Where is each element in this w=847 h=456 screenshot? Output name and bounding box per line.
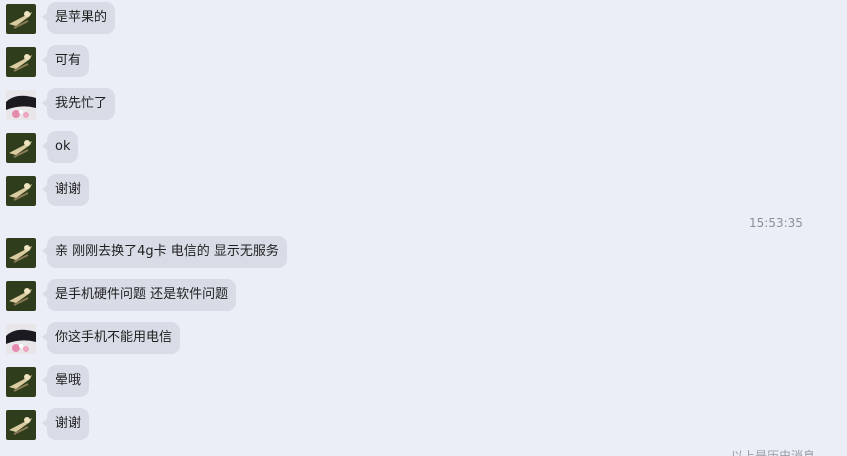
message-bubble: 亲 刚刚去换了4g卡 电信的 显示无服务	[42, 236, 287, 268]
message-bubble: 晕哦	[41, 365, 90, 397]
user-avatar[interactable]	[6, 324, 36, 354]
history-notice: 以上是历史消息	[731, 449, 816, 456]
message-bubble: 谢谢	[41, 174, 90, 206]
bird-avatar[interactable]	[6, 176, 36, 206]
timestamp: 15:53:35	[749, 216, 803, 230]
bird-avatar[interactable]	[6, 281, 36, 311]
message-row: 谢谢	[0, 174, 847, 210]
message-row: 我先忙了	[0, 88, 847, 124]
chat-history[interactable]: 是苹果的 可有 我先忙了 ok 谢谢 15:53:35 亲 刚刚去换了4g卡 电…	[0, 0, 847, 456]
bird-avatar[interactable]	[6, 133, 36, 163]
message-bubble: 是苹果的	[41, 2, 116, 34]
message-row: 晕哦	[0, 365, 847, 401]
message-row: 是手机硬件问题 还是软件问题	[0, 279, 847, 315]
message-bubble: ok	[41, 131, 79, 163]
bird-avatar[interactable]	[6, 4, 36, 34]
user-avatar[interactable]	[6, 90, 36, 120]
message-bubble: 你这手机不能用电信	[41, 322, 181, 354]
bird-avatar[interactable]	[6, 410, 36, 440]
message-row: 你这手机不能用电信	[0, 322, 847, 358]
message-bubble: 可有	[41, 45, 90, 77]
message-row: 可有	[0, 45, 847, 81]
message-row: 是苹果的	[0, 2, 847, 38]
message-row: 谢谢	[0, 408, 847, 444]
bird-avatar[interactable]	[6, 367, 36, 397]
message-row: 亲 刚刚去换了4g卡 电信的 显示无服务	[0, 236, 847, 272]
bird-avatar[interactable]	[6, 238, 36, 268]
message-row: ok	[0, 131, 847, 167]
message-bubble: 是手机硬件问题 还是软件问题	[41, 279, 237, 311]
message-bubble: 我先忙了	[41, 88, 116, 120]
message-bubble: 谢谢	[41, 408, 90, 440]
bird-avatar[interactable]	[6, 47, 36, 77]
